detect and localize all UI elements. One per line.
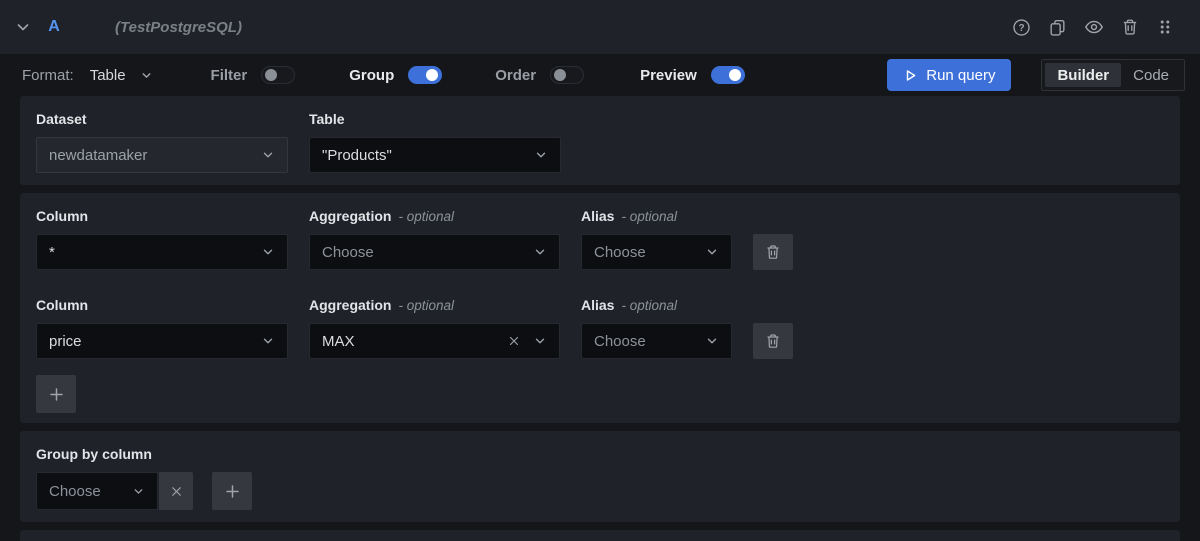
table-value: "Products": [322, 147, 534, 164]
order-toggle-field: Order: [495, 66, 584, 84]
remove-group-by-button[interactable]: [159, 472, 193, 510]
collapse-chevron-icon[interactable]: [10, 19, 36, 35]
run-query-label: Run query: [926, 67, 995, 84]
column-select[interactable]: price: [36, 323, 288, 359]
optional-hint: - optional: [621, 296, 677, 315]
preview-toggle-field: Preview: [640, 66, 745, 84]
dataset-value: newdatamaker: [49, 147, 261, 164]
chevron-down-icon: [534, 148, 548, 162]
code-mode-tab[interactable]: Code: [1121, 63, 1181, 87]
eye-icon[interactable]: [1084, 17, 1104, 37]
trash-icon: [765, 333, 781, 349]
trash-icon: [765, 244, 781, 260]
toggle-knob: [426, 69, 438, 81]
editor-mode-switcher: Builder Code: [1041, 59, 1185, 91]
column-value: price: [49, 333, 261, 350]
chevron-down-icon: [533, 334, 547, 348]
group-by-section: Group by column Choose: [20, 431, 1180, 522]
order-label: Order: [495, 67, 536, 84]
group-by-label: Group by column: [36, 445, 1164, 464]
query-editor: A (TestPostgreSQL) ? Format: Table: [0, 0, 1200, 541]
builder-mode-tab[interactable]: Builder: [1045, 63, 1121, 87]
aggregation-select[interactable]: Choose: [309, 234, 560, 270]
format-label: Format:: [22, 67, 74, 84]
chevron-down-icon: [261, 245, 275, 259]
table-label: Table: [309, 110, 561, 129]
remove-column-button[interactable]: [753, 234, 793, 270]
aggregation-select[interactable]: MAX: [309, 323, 560, 359]
format-select[interactable]: Table: [90, 67, 153, 84]
toggle-knob: [729, 69, 741, 81]
dataset-table-section: Dataset newdatamaker Table "Products": [20, 96, 1180, 185]
optional-hint: - optional: [398, 296, 454, 315]
group-by-column-select[interactable]: Choose: [36, 472, 158, 510]
remove-column-button[interactable]: [753, 323, 793, 359]
plus-icon: [224, 483, 241, 500]
duplicate-icon[interactable]: [1048, 18, 1067, 37]
aggregation-value: Choose: [322, 244, 533, 261]
column-label: Column: [36, 296, 288, 315]
delete-query-icon[interactable]: [1121, 18, 1139, 36]
chevron-down-icon: [705, 334, 719, 348]
chevron-down-icon: [705, 245, 719, 259]
filter-toggle-field: Filter: [211, 66, 296, 84]
toggle-knob: [554, 69, 566, 81]
plus-icon: [48, 386, 65, 403]
close-icon: [169, 484, 184, 499]
group-by-value: Choose: [49, 483, 132, 500]
datasource-name: (TestPostgreSQL): [115, 19, 242, 36]
query-builder-body: Dataset newdatamaker Table "Products": [0, 96, 1200, 541]
play-icon: [903, 68, 918, 83]
aggregation-label: Aggregation: [309, 296, 391, 315]
dataset-label: Dataset: [36, 110, 288, 129]
order-toggle[interactable]: [550, 66, 584, 84]
aggregation-value: MAX: [322, 333, 507, 350]
alias-value: Choose: [594, 333, 705, 350]
svg-text:?: ?: [1018, 22, 1024, 33]
alias-label: Alias: [581, 296, 614, 315]
group-toggle-field: Group: [349, 66, 442, 84]
add-column-button[interactable]: [36, 375, 76, 413]
alias-value: Choose: [594, 244, 705, 261]
chevron-down-icon: [261, 148, 275, 162]
column-value: *: [49, 244, 261, 261]
alias-select[interactable]: Choose: [581, 323, 732, 359]
select-columns-section: Column * Aggregation - optional Choose: [20, 193, 1180, 423]
chevron-down-icon: [261, 334, 275, 348]
query-toolbar: Format: Table Filter Group Order Preview: [0, 54, 1200, 96]
alias-select[interactable]: Choose: [581, 234, 732, 270]
clear-icon[interactable]: [507, 334, 521, 348]
preview-label: Preview: [640, 67, 697, 84]
query-ref-letter: A: [45, 18, 63, 36]
group-label: Group: [349, 67, 394, 84]
aggregation-label: Aggregation: [309, 207, 391, 226]
drag-handle-icon[interactable]: [1156, 18, 1174, 36]
column-row: Column price Aggregation - optional MA: [36, 296, 1164, 359]
chevron-down-icon: [140, 69, 153, 82]
filter-toggle[interactable]: [261, 66, 295, 84]
alias-label: Alias: [581, 207, 614, 226]
optional-hint: - optional: [621, 207, 677, 226]
toggle-knob: [265, 69, 277, 81]
query-header-actions: ?: [1012, 17, 1174, 37]
chevron-down-icon: [533, 245, 547, 259]
query-header: A (TestPostgreSQL) ?: [0, 0, 1200, 54]
column-select[interactable]: *: [36, 234, 288, 270]
preview-toggle[interactable]: [711, 66, 745, 84]
chevron-down-icon: [132, 485, 145, 498]
table-select[interactable]: "Products": [309, 137, 561, 173]
optional-hint: - optional: [398, 207, 454, 226]
format-value: Table: [90, 67, 126, 84]
dataset-select: newdatamaker: [36, 137, 288, 173]
help-icon[interactable]: ?: [1012, 18, 1031, 37]
column-row: Column * Aggregation - optional Choose: [36, 207, 1164, 270]
column-label: Column: [36, 207, 288, 226]
group-toggle[interactable]: [408, 66, 442, 84]
add-group-by-button[interactable]: [212, 472, 252, 510]
next-section-edge: [20, 530, 1180, 541]
run-query-button[interactable]: Run query: [887, 59, 1011, 91]
filter-label: Filter: [211, 67, 248, 84]
